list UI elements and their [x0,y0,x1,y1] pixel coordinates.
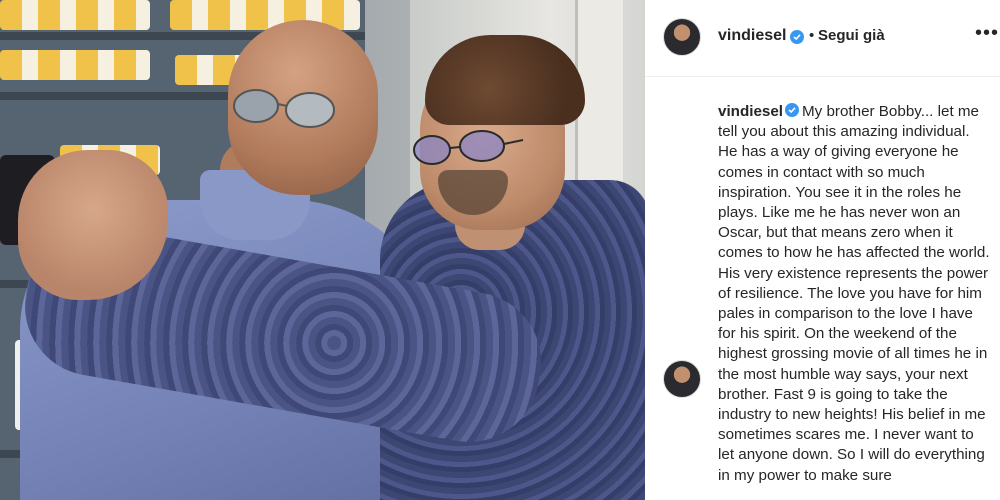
caption-avatar[interactable] [663,360,701,398]
post-caption: vindiesel My brother Bobby... let me tell… [718,102,993,486]
tinted-glasses [413,130,524,165]
post-side-panel: vindiesel • Segui già ••• vindiesel My br… [645,0,1000,500]
towel [0,50,150,80]
separator-dot: • [809,27,815,44]
towel [0,0,150,30]
username-link[interactable]: vindiesel [718,27,786,45]
avatar[interactable] [663,18,701,56]
post-header: vindiesel • Segui già ••• [645,0,1000,77]
post-photo[interactable] [0,0,645,500]
caption-text: My brother Bobby... let me tell you abou… [718,103,990,484]
caption-username-link[interactable]: vindiesel [718,103,783,120]
aviator-sunglasses [233,89,335,128]
verified-badge-icon [790,30,804,44]
more-options-icon[interactable]: ••• [975,22,999,45]
verified-badge-icon [785,103,799,117]
following-button[interactable]: Segui già [818,27,885,44]
